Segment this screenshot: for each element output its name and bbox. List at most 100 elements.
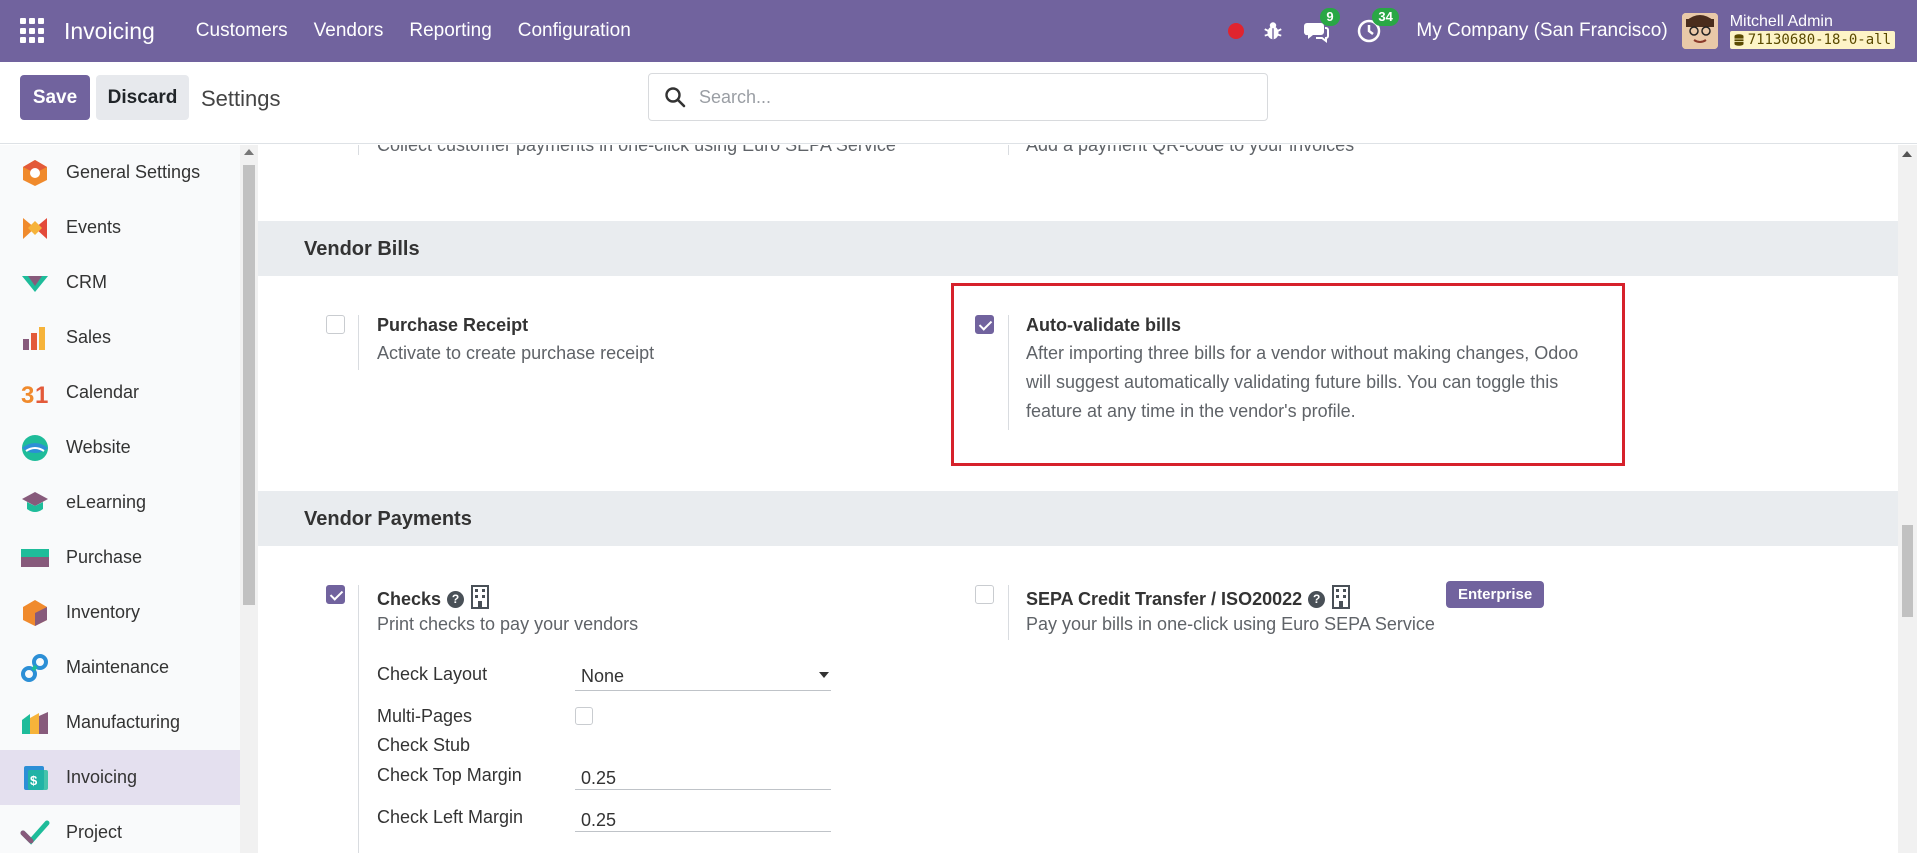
purchase-receipt-description: Activate to create purchase receipt [377,343,655,363]
divider [1008,585,1009,640]
website-icon [22,434,48,461]
menu-reporting[interactable]: Reporting [396,20,504,42]
sepa-credit-transfer-description: Pay your bills in one-click using Euro S… [1026,614,1435,634]
sidebar-item-invoicing[interactable]: $ Invoicing [0,750,240,805]
purchase-receipt-title: Purchase Receipt [377,315,529,335]
general-settings-icon [23,159,47,186]
enterprise-badge[interactable]: Enterprise [1446,581,1545,608]
manufacturing-icon [22,711,48,734]
check-stub-label: Check Stub [377,735,471,755]
search-input[interactable] [699,83,1239,111]
calendar-icon: 31 [21,382,48,408]
sidebar-item-elearning[interactable]: eLearning [0,475,240,530]
sepa-credit-transfer-title: SEPA Credit Transfer / ISO20022 [1026,589,1303,609]
divider [1008,145,1009,155]
sidebar-item-inventory[interactable]: Inventory [0,585,240,640]
sidebar-item-label: Calendar [66,382,140,402]
activities-count-badge: 34 [1372,8,1399,26]
section-title: Vendor Bills [304,238,420,260]
purchase-icon [21,548,49,567]
building-icon[interactable] [470,585,490,609]
sidebar-scrollbar[interactable] [240,145,258,853]
page-title: Settings [201,86,281,111]
sidebar-item-maintenance[interactable]: Maintenance [0,640,240,695]
check-layout-select[interactable]: None [575,663,831,691]
search-icon [665,87,686,108]
divider [358,315,359,370]
checks-checkbox[interactable] [326,585,345,604]
sidebar-item-label: Maintenance [66,657,170,677]
divider [358,585,359,853]
sidebar-item-label: Inventory [66,602,141,622]
sidebar-item-crm[interactable]: CRM [0,255,240,310]
checks-title-row: Checks? [377,585,490,610]
events-icon [23,217,47,239]
app-brand[interactable]: Invoicing [64,18,155,45]
sidebar-item-label: Website [66,437,131,457]
avatar[interactable] [1681,13,1718,49]
sidebar-item-project[interactable]: Project [0,805,240,853]
menu-customers[interactable]: Customers [183,20,301,42]
sidebar-item-label: General Settings [66,162,201,182]
save-button[interactable]: Save [20,75,90,120]
auto-validate-bills-title: Auto-validate bills [1026,315,1182,335]
check-left-margin-label: Check Left Margin [377,807,524,827]
apps-grid-icon[interactable] [20,18,46,44]
menu-configuration[interactable]: Configuration [505,20,644,42]
help-icon[interactable]: ? [447,591,465,608]
divider [1008,315,1009,430]
database-chip: 71130680-18-0-all [1729,31,1895,49]
auto-validate-bills-description: After importing three bills for a vendor… [1026,343,1579,421]
sepa-credit-transfer-checkbox[interactable] [975,585,994,604]
scroll-up-arrow-icon[interactable] [1902,151,1912,157]
content-scrollbar[interactable] [1898,145,1917,853]
check-top-margin-input[interactable]: 0.25 [575,762,831,790]
auto-validate-bills-checkbox[interactable] [975,315,994,334]
sidebar-item-label: Project [66,822,123,842]
settings-content: Collect customer payments in one-click u… [258,145,1898,853]
check-layout-value: None [581,666,625,686]
navbar-systray: 9 34 My Company (San Francisco) Mitchell… [1228,0,1917,62]
discard-button[interactable]: Discard [96,75,189,120]
bug-icon[interactable] [1262,20,1284,42]
sidebar-item-label: Manufacturing [66,712,181,732]
messages-button[interactable]: 9 [1304,8,1340,44]
user-name: Mitchell Admin [1729,13,1833,30]
sidebar-item-label: Purchase [66,547,143,567]
invoicing-icon: $ [24,765,48,790]
user-menu[interactable]: Mitchell Admin 71130680-18-0-all [1729,13,1895,49]
sidebar-item-manufacturing[interactable]: Manufacturing [0,695,240,750]
multi-pages-checkbox[interactable] [575,707,593,725]
divider [358,145,359,155]
qr-code-description: Add a payment QR-code to your invoices [1026,145,1355,155]
sidebar-item-events[interactable]: Events [0,200,240,255]
menu-vendors[interactable]: Vendors [301,20,397,42]
sidebar-scroll-thumb[interactable] [243,165,255,605]
purchase-receipt-checkbox[interactable] [326,315,345,334]
checks-description: Print checks to pay your vendors [377,614,639,634]
content-scroll-thumb[interactable] [1902,525,1913,617]
sidebar-item-sales[interactable]: Sales [0,310,240,365]
sidebar-item-label: CRM [66,272,107,292]
settings-sidebar: General Settings Events CRM Sales 31 Cal… [0,145,240,853]
sidebar-item-purchase[interactable]: Purchase [0,530,240,585]
building-icon[interactable] [1331,585,1351,609]
database-name: 71130680-18-0-all [1747,32,1891,48]
sidebar-item-general-settings[interactable]: General Settings [0,145,240,200]
sepa-debit-description: Collect customer payments in one-click u… [377,145,896,155]
sidebar-item-label: Sales [66,327,112,347]
help-icon[interactable]: ? [1308,591,1326,608]
record-icon[interactable] [1228,23,1245,39]
maintenance-icon [21,653,48,682]
scroll-up-arrow-icon[interactable] [244,149,254,155]
check-left-margin-input[interactable]: 0.25 [575,804,831,832]
sidebar-item-website[interactable]: Website [0,420,240,475]
activities-button[interactable]: 34 [1356,8,1399,44]
svg-text:3: 3 [21,382,34,408]
search-box[interactable] [648,73,1268,121]
messages-count-badge: 9 [1320,8,1340,26]
sepa-title-row: SEPA Credit Transfer / ISO20022? [1026,585,1351,610]
check-left-margin-value: 0.25 [581,810,617,830]
company-switcher[interactable]: My Company (San Francisco) [1416,20,1667,42]
sidebar-item-calendar[interactable]: 31 Calendar [0,365,240,420]
